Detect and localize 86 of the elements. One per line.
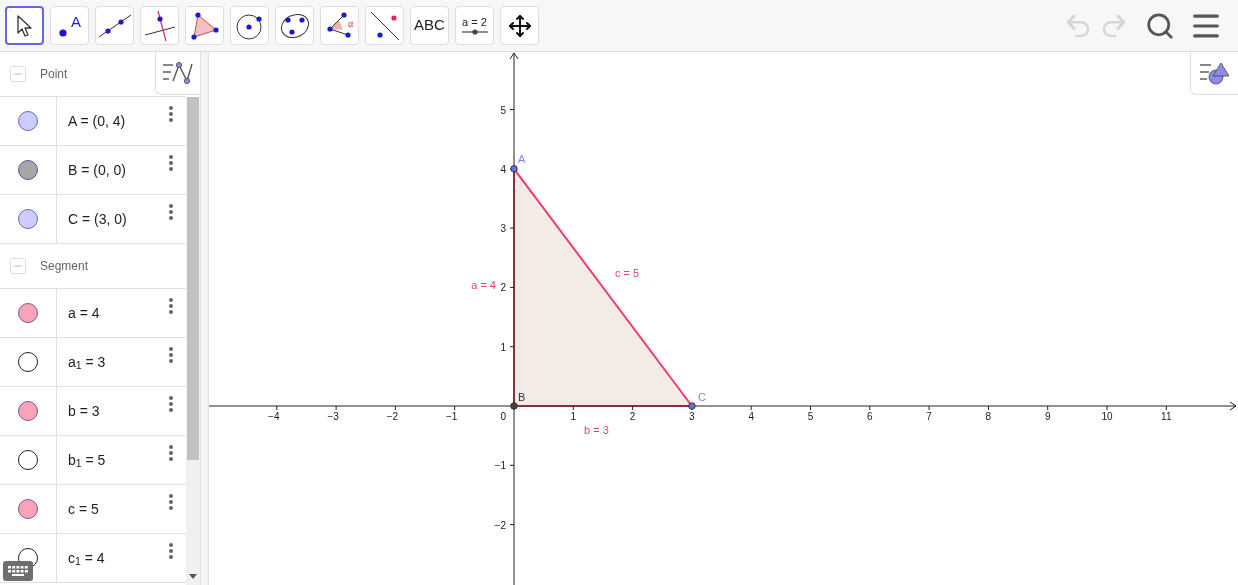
tool-button[interactable]: a = 2 bbox=[455, 6, 494, 45]
tool-button[interactable] bbox=[5, 6, 44, 45]
x-tick-label: 11 bbox=[1161, 411, 1172, 422]
more-options-icon[interactable] bbox=[168, 297, 174, 315]
tool-button[interactable]: ABC bbox=[410, 6, 449, 45]
scrollbar-thumb[interactable] bbox=[187, 97, 199, 460]
point-label: A bbox=[518, 152, 526, 165]
visibility-toggle[interactable] bbox=[18, 352, 38, 372]
x-tick-label: 3 bbox=[689, 411, 695, 422]
keyboard-icon bbox=[7, 565, 29, 577]
algebra-entry[interactable]: b$_{1}$ = 5 bbox=[68, 449, 168, 471]
perpendicular-lines-icon bbox=[142, 9, 177, 42]
x-tick-label: −1 bbox=[446, 411, 458, 422]
minus-icon bbox=[14, 70, 22, 78]
point[interactable] bbox=[510, 402, 518, 410]
visibility-toggle[interactable] bbox=[18, 499, 38, 519]
x-tick-label: 6 bbox=[867, 411, 873, 422]
algebra-entry[interactable]: C = (3, 0) bbox=[68, 208, 168, 230]
more-options-icon[interactable] bbox=[168, 346, 174, 364]
y-tick-label: −2 bbox=[494, 519, 506, 531]
more-options-icon[interactable] bbox=[168, 493, 174, 511]
x-tick-label: 5 bbox=[807, 411, 814, 422]
y-tick-label: 3 bbox=[500, 223, 506, 235]
visibility-toggle[interactable] bbox=[18, 303, 38, 323]
origin-label: 0 bbox=[500, 411, 506, 422]
x-tick-label: −4 bbox=[268, 411, 280, 422]
scroll-down-icon[interactable] bbox=[189, 574, 197, 579]
algebra-entry[interactable]: c$_{1}$ = 4 bbox=[68, 547, 168, 569]
segment-label: c = 5 bbox=[615, 267, 640, 279]
more-options-icon[interactable] bbox=[168, 444, 174, 462]
slider-icon bbox=[460, 27, 489, 36]
style-bar-toggle[interactable] bbox=[1190, 52, 1238, 95]
algebra-entry[interactable]: a = 4 bbox=[68, 302, 168, 324]
cursor-icon bbox=[15, 13, 34, 38]
collapse-toggle[interactable] bbox=[10, 258, 26, 274]
x-tick-label: −2 bbox=[386, 411, 399, 422]
segment-label: a = 4 bbox=[471, 279, 496, 291]
y-tick-label: 2 bbox=[500, 282, 506, 294]
minus-icon bbox=[14, 262, 22, 270]
triangle-icon bbox=[189, 10, 220, 41]
move-arrows-icon bbox=[507, 13, 532, 38]
x-tick-label: 1 bbox=[570, 411, 577, 422]
x-tick-label: 10 bbox=[1101, 411, 1113, 422]
visibility-toggle[interactable] bbox=[18, 111, 38, 131]
point-label: B bbox=[518, 391, 526, 403]
point[interactable] bbox=[688, 402, 696, 410]
visibility-toggle[interactable] bbox=[18, 401, 38, 421]
visibility-toggle[interactable] bbox=[18, 160, 38, 180]
style-bar-toggle[interactable] bbox=[155, 52, 200, 95]
group-title: Point bbox=[40, 66, 68, 83]
visibility-toggle[interactable] bbox=[18, 450, 38, 470]
x-tick-label: 8 bbox=[985, 411, 992, 422]
algebra-entry[interactable]: c = 5 bbox=[68, 498, 168, 520]
y-tick-label: 5 bbox=[500, 104, 506, 116]
x-tick-label: 7 bbox=[926, 411, 932, 422]
algebra-entry[interactable]: A = (0, 4) bbox=[68, 110, 168, 132]
slider-tool-label: a = 2 bbox=[462, 15, 487, 28]
algebra-entry[interactable]: a$_{1}$ = 3 bbox=[68, 351, 168, 373]
text-tool-label: ABC bbox=[414, 15, 445, 36]
keyboard-button[interactable] bbox=[3, 561, 33, 581]
x-tick-label: −3 bbox=[327, 411, 339, 422]
more-options-icon[interactable] bbox=[168, 203, 174, 221]
x-tick-label: 4 bbox=[748, 411, 754, 422]
more-options-icon[interactable] bbox=[168, 154, 174, 172]
search-icon bbox=[1145, 10, 1175, 41]
algebra-entry[interactable]: B = (0, 0) bbox=[68, 159, 168, 181]
y-tick-label: 1 bbox=[500, 341, 506, 353]
shapes-icon bbox=[1198, 60, 1231, 86]
x-tick-label: 9 bbox=[1044, 411, 1051, 422]
more-options-icon[interactable] bbox=[168, 395, 174, 413]
group-title: Segment bbox=[40, 258, 89, 275]
visibility-toggle[interactable] bbox=[18, 209, 38, 229]
segment-label: b = 3 bbox=[584, 424, 609, 436]
point[interactable] bbox=[510, 165, 518, 173]
graph-icon bbox=[162, 61, 194, 85]
line-icon bbox=[97, 12, 132, 39]
more-options-icon[interactable] bbox=[168, 105, 174, 123]
y-tick-label: 4 bbox=[500, 163, 506, 175]
scrollbar[interactable] bbox=[186, 97, 200, 585]
algebra-entry[interactable]: b = 3 bbox=[68, 400, 168, 422]
more-options-icon[interactable] bbox=[168, 542, 174, 560]
reflection-icon bbox=[368, 9, 401, 42]
point-label: C bbox=[697, 391, 706, 403]
x-tick-label: 2 bbox=[629, 411, 636, 422]
collapse-toggle[interactable] bbox=[10, 66, 26, 82]
y-tick-label: −1 bbox=[494, 460, 506, 472]
